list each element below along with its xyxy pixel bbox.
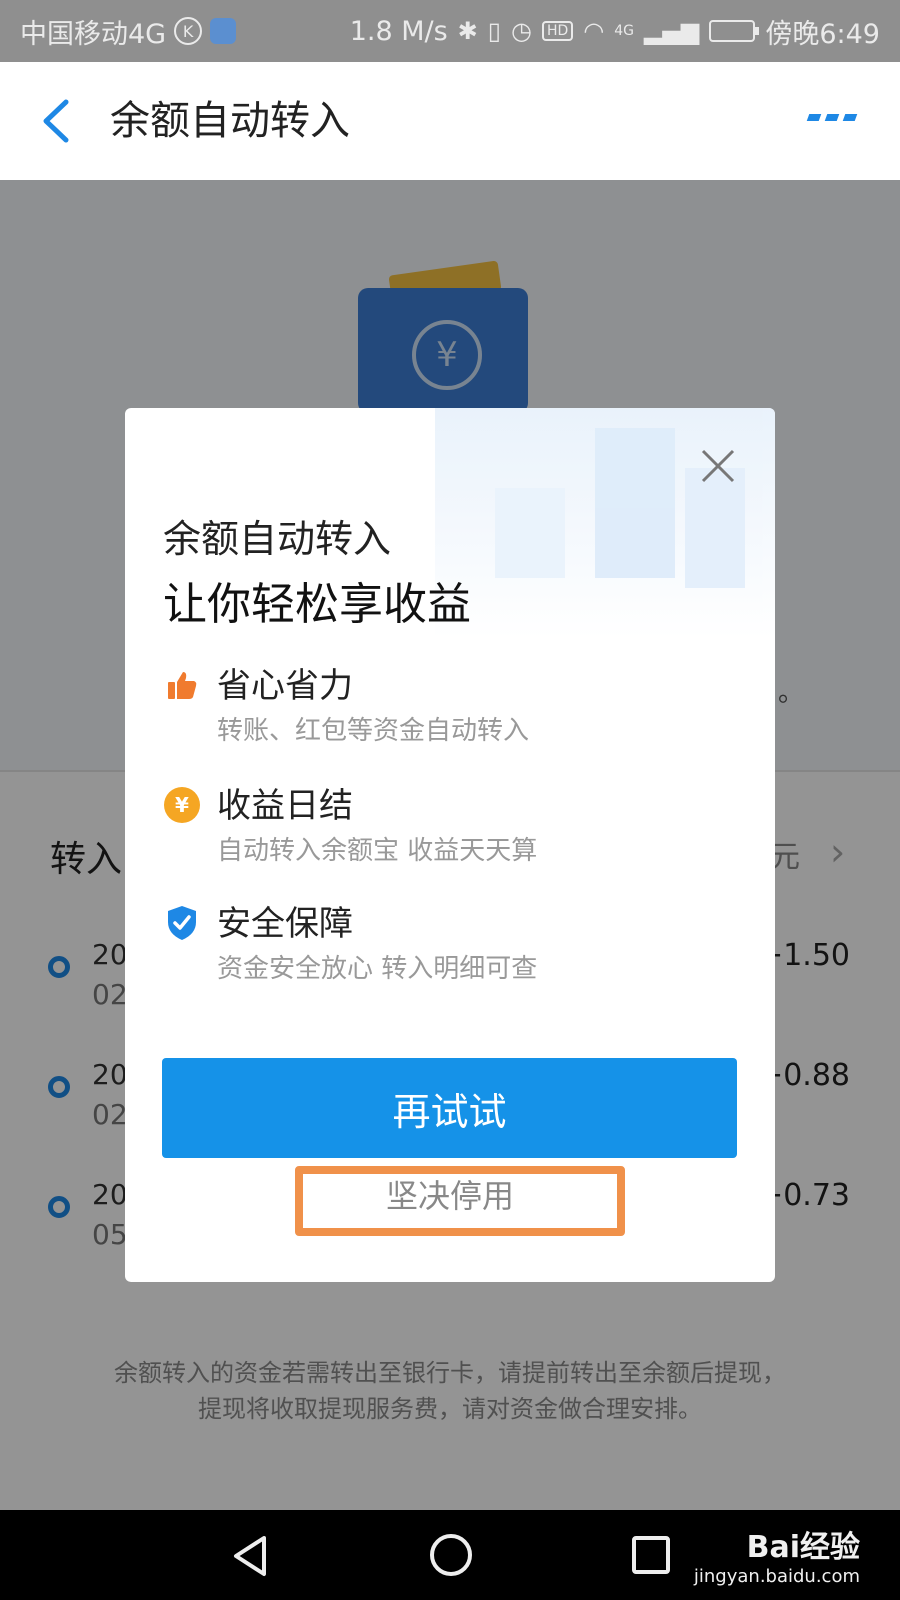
system-nav-bar: Bai经验 jingyan.baidu.com	[0, 1510, 900, 1600]
retry-button[interactable]: 再试试	[162, 1058, 737, 1158]
signal-icon: ▂▄▆	[643, 17, 700, 45]
disable-button[interactable]: 坚决停用	[305, 1164, 595, 1224]
back-arrow-icon[interactable]	[38, 96, 78, 146]
more-options-icon[interactable]	[806, 114, 858, 121]
page-title: 余额自动转入	[110, 98, 350, 144]
bluetooth-icon: ✱	[457, 17, 478, 45]
close-icon[interactable]	[700, 448, 736, 484]
battery-icon	[709, 20, 760, 42]
feature-title: 省心省力	[217, 666, 353, 706]
feature-item: 安全保障 资金安全放心 转入明细可查	[163, 896, 743, 996]
network-speed: 1.8 M/s	[349, 15, 448, 47]
app-header: 余额自动转入	[0, 62, 900, 180]
feature-title: 安全保障	[217, 904, 353, 944]
watermark-url: jingyan.baidu.com	[693, 1566, 860, 1587]
feature-item: 省心省力 转账、红包等资金自动转入	[163, 658, 743, 758]
security-app-icon	[210, 18, 237, 44]
feature-desc: 资金安全放心 转入明细可查	[217, 954, 538, 984]
nav-home-icon[interactable]	[430, 1534, 472, 1576]
thumbs-up-icon	[163, 666, 201, 704]
feature-desc: 自动转入余额宝 收益天天算	[217, 836, 538, 866]
baidu-jingyan-watermark: Bai经验 jingyan.baidu.com	[694, 1522, 860, 1587]
k-badge-icon: K	[174, 17, 203, 45]
dialog-subtitle: 让你轻松享收益	[163, 579, 471, 630]
watermark-logo: Bai经验	[746, 1530, 860, 1565]
carrier-label: 中国移动4G	[20, 18, 167, 50]
clock: 傍晚6:49	[765, 18, 880, 50]
shield-check-icon	[163, 904, 201, 942]
status-bar: 中国移动4G K 1.8 M/s ✱ ▯ ◷ HD ◠ 4G ▂▄▆ 傍晚6:4…	[0, 0, 900, 62]
nav-back-icon[interactable]	[230, 1534, 270, 1578]
nav-recents-icon[interactable]	[632, 1536, 670, 1574]
network-type: 4G	[614, 23, 634, 39]
wifi-icon: ◠	[583, 17, 605, 45]
dialog-title: 余额自动转入	[163, 517, 392, 561]
vibrate-icon: ▯	[487, 17, 501, 45]
hd-icon: HD	[541, 21, 574, 41]
feature-item: ¥ 收益日结 自动转入余额宝 收益天天算	[163, 778, 743, 878]
auto-transfer-dialog: 余额自动转入 让你轻松享收益 省心省力 转账、红包等资金自动转入 ¥ 收益日结 …	[125, 408, 775, 1282]
yuan-coin-icon: ¥	[163, 786, 201, 824]
city-skyline-decoration	[435, 408, 775, 638]
alarm-icon: ◷	[511, 17, 532, 45]
feature-desc: 转账、红包等资金自动转入	[217, 716, 530, 746]
feature-title: 收益日结	[217, 786, 353, 826]
